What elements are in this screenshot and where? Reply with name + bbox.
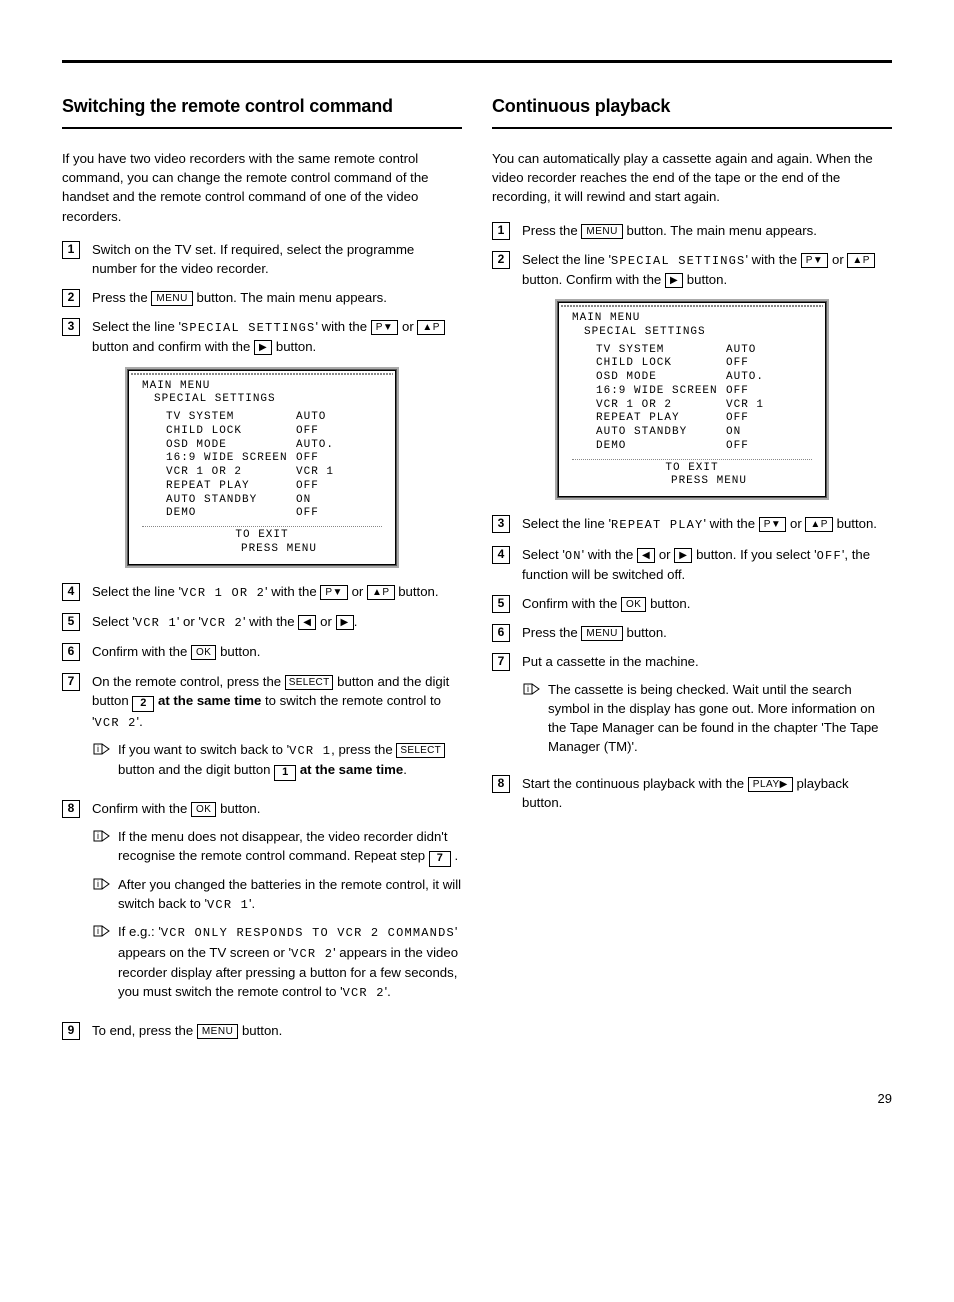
note-body: After you changed the batteries in the r… (118, 875, 462, 915)
menu-button: MENU (197, 1024, 238, 1039)
step-body: Select the line 'VCR 1 OR 2' with the P▼… (92, 582, 462, 602)
step-body: Press the MENU button. The main menu app… (92, 288, 462, 307)
info-icon: i (92, 829, 110, 843)
info-icon: i (92, 877, 110, 891)
step-body: Select the line 'SPECIAL SETTINGS' with … (522, 250, 892, 290)
step-num: 5 (62, 613, 80, 631)
p-down-button: P▼ (371, 320, 399, 335)
step-ref-7: 7 (429, 851, 451, 867)
p-up-button: ▲P (367, 585, 395, 600)
step-num: 6 (492, 624, 510, 642)
ok-button: OK (191, 802, 216, 817)
left-button: ◀ (637, 548, 655, 563)
svg-text:i: i (97, 879, 99, 889)
step-num: 6 (62, 643, 80, 661)
step-body: Select 'ON' with the ◀ or ▶ button. If y… (522, 545, 892, 585)
info-icon: i (92, 742, 110, 756)
intro-left: If you have two video recorders with the… (62, 149, 462, 226)
p-up-button: ▲P (805, 517, 833, 532)
step-body: Confirm with the OK button. (92, 642, 462, 661)
step-body: Select the line 'REPEAT PLAY' with the P… (522, 514, 892, 534)
note-body: The cassette is being checked. Wait unti… (548, 680, 892, 757)
svg-text:i: i (97, 744, 99, 754)
ok-button: OK (191, 645, 216, 660)
info-icon: i (92, 924, 110, 938)
step-body: Select 'VCR 1' or 'VCR 2' with the ◀ or … (92, 612, 462, 632)
step-body: Confirm with the OK button. i If the men… (92, 799, 462, 1010)
svg-text:i: i (97, 831, 99, 841)
right-button: ▶ (665, 273, 683, 288)
note-body: If the menu does not disappear, the vide… (118, 827, 462, 867)
section-title-left: Switching the remote control command (62, 93, 462, 119)
right-column: Continuous playback You can automaticall… (492, 93, 892, 1050)
play-button: PLAY▶ (748, 777, 793, 792)
svg-text:i: i (527, 684, 529, 694)
page-top-rule (62, 60, 892, 63)
p-up-button: ▲P (847, 253, 875, 268)
p-down-button: P▼ (801, 253, 829, 268)
step-num: 9 (62, 1022, 80, 1040)
note-body: If you want to switch back to 'VCR 1, pr… (118, 740, 462, 781)
step-num: 4 (62, 583, 80, 601)
step-num: 8 (62, 800, 80, 818)
step-num: 7 (62, 673, 80, 691)
step-num: 2 (492, 251, 510, 269)
page-number: 29 (62, 1090, 892, 1109)
osd-screen: MAIN MENU SPECIAL SETTINGS TV SYSTEMAUTO… (127, 369, 397, 566)
digit-2: 2 (132, 696, 154, 712)
intro-right: You can automatically play a cassette ag… (492, 149, 892, 206)
menu-button: MENU (151, 291, 192, 306)
step-num: 7 (492, 653, 510, 671)
step-num: 1 (62, 241, 80, 259)
step-body: Press the MENU button. The main menu app… (522, 221, 892, 240)
step-body: Put a cassette in the machine. i The cas… (522, 652, 892, 764)
step-num: 3 (62, 318, 80, 336)
right-button: ▶ (674, 548, 692, 563)
step-num: 3 (492, 515, 510, 533)
step-num: 2 (62, 289, 80, 307)
step-num: 1 (492, 222, 510, 240)
step-num: 5 (492, 595, 510, 613)
note-body: If e.g.: 'VCR ONLY RESPONDS TO VCR 2 COM… (118, 922, 462, 1002)
left-button: ◀ (298, 615, 316, 630)
p-down-button: P▼ (759, 517, 787, 532)
select-button: SELECT (396, 743, 445, 758)
step-num: 8 (492, 775, 510, 793)
svg-text:i: i (97, 926, 99, 936)
info-icon: i (522, 682, 540, 696)
section-title-right: Continuous playback (492, 93, 892, 119)
step-body: To end, press the MENU button. (92, 1021, 462, 1040)
p-down-button: P▼ (320, 585, 348, 600)
osd-screen: MAIN MENU SPECIAL SETTINGS TV SYSTEMAUTO… (557, 301, 827, 498)
step-body: Switch on the TV set. If required, selec… (92, 240, 462, 278)
step-body: Confirm with the OK button. (522, 594, 892, 613)
select-button: SELECT (285, 675, 334, 690)
p-up-button: ▲P (417, 320, 445, 335)
left-column: Switching the remote control command If … (62, 93, 462, 1050)
right-button: ▶ (336, 615, 354, 630)
step-body: Press the MENU button. (522, 623, 892, 642)
ok-button: OK (621, 597, 646, 612)
menu-button: MENU (581, 224, 622, 239)
right-button: ▶ (254, 340, 272, 355)
step-body: Start the continuous playback with the P… (522, 774, 892, 812)
step-num: 4 (492, 546, 510, 564)
digit-1: 1 (274, 765, 296, 781)
menu-button: MENU (581, 626, 622, 641)
step-body: On the remote control, press the SELECT … (92, 672, 462, 790)
step-body: Select the line 'SPECIAL SETTINGS' with … (92, 317, 462, 357)
